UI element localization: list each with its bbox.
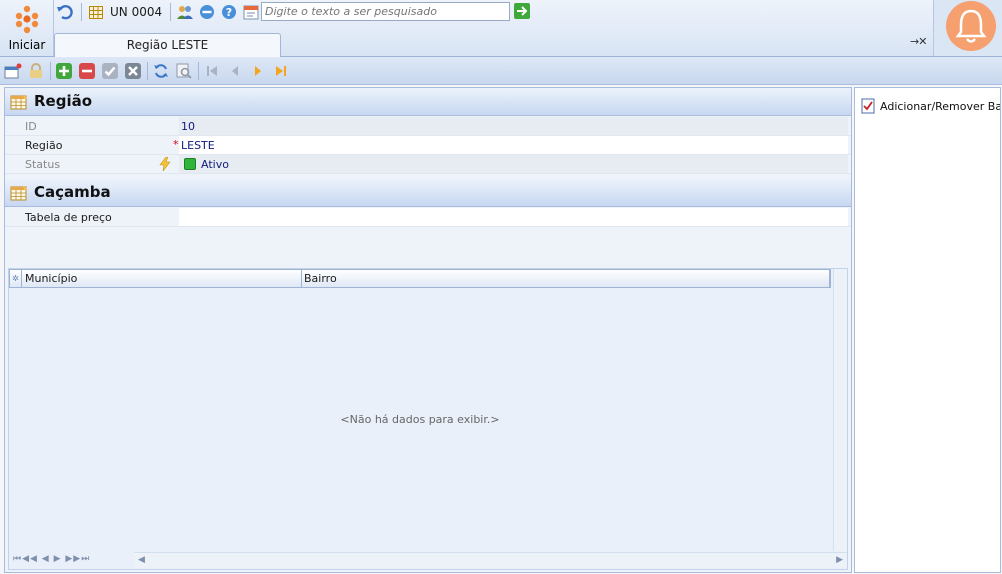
horizontal-scrollbar[interactable]: ◀ ▶ xyxy=(134,552,847,568)
notification-badge xyxy=(946,1,996,51)
bell-icon xyxy=(955,9,987,43)
table-edit-icon xyxy=(10,94,27,110)
regiao-field[interactable]: LESTE xyxy=(179,136,848,154)
start-button[interactable]: Iniciar xyxy=(0,0,54,56)
cancel-icon[interactable] xyxy=(124,62,142,80)
field-row-status: Status Ativo xyxy=(5,155,851,174)
grid-header: ✲ Município Bairro xyxy=(9,269,831,288)
separator xyxy=(198,61,199,80)
field-label-tabela-preco: Tabela de preço xyxy=(25,211,112,224)
scroll-left-icon[interactable]: ◀ xyxy=(138,555,145,565)
empty-grid-message: <Não há dados para exibir.> xyxy=(340,413,500,426)
field-row-id: ID 10 xyxy=(5,117,851,136)
users-icon[interactable] xyxy=(175,2,195,22)
column-header-bairro[interactable]: Bairro xyxy=(302,270,830,287)
undo-icon[interactable] xyxy=(55,2,75,22)
field-label-status: Status xyxy=(25,158,61,171)
start-label: Iniciar xyxy=(8,38,46,52)
field-row-regiao: Região * LESTE xyxy=(5,136,851,155)
quick-access-bar: UN 0004 ? xyxy=(55,2,263,22)
section-header-cacamba[interactable]: Caçamba xyxy=(5,179,851,207)
lock-icon[interactable] xyxy=(27,62,45,80)
column-header-municipio[interactable]: Município xyxy=(23,270,302,287)
table-edit-icon xyxy=(10,185,27,201)
grid-pager[interactable]: ⏮◀◀ ◀ ▶ ▶▶⏭ xyxy=(13,554,90,564)
top-bar: Iniciar UN 0004 ? Região LESTE →✕ xyxy=(0,0,1002,57)
remove-record-icon[interactable] xyxy=(78,62,96,80)
unit-label[interactable]: UN 0004 xyxy=(110,5,162,19)
add-remove-label: Adicionar/Remover Ba... xyxy=(880,99,1000,113)
field-label-id: ID xyxy=(25,120,37,133)
record-form: Região ID 10 Região * LESTE Status Ativo… xyxy=(4,87,852,573)
section-header-regiao[interactable]: Região xyxy=(5,88,851,116)
field-row-tabela-preco: Tabela de preço xyxy=(5,208,851,227)
section-title: Região xyxy=(34,92,93,110)
separator xyxy=(81,3,82,21)
checklist-icon xyxy=(861,98,875,114)
add-record-icon[interactable] xyxy=(55,62,73,80)
tab-regiao-leste[interactable]: Região LESTE xyxy=(54,33,281,57)
lightning-icon[interactable] xyxy=(159,157,171,171)
record-toolbar xyxy=(0,57,1002,85)
first-record-icon[interactable] xyxy=(203,62,221,80)
next-record-icon[interactable] xyxy=(249,62,267,80)
confirm-icon[interactable] xyxy=(101,62,119,80)
vertical-scrollbar[interactable] xyxy=(833,269,847,551)
status-field[interactable]: Ativo xyxy=(179,155,848,173)
status-active-indicator xyxy=(184,158,196,170)
section-title: Caçamba xyxy=(34,183,111,201)
field-label-regiao: Região xyxy=(25,139,63,152)
required-mark: * xyxy=(173,138,179,151)
new-window-icon[interactable] xyxy=(4,62,22,80)
row-marker-icon[interactable]: ✲ xyxy=(10,270,22,287)
refresh-icon[interactable] xyxy=(152,62,170,80)
tabela-preco-field[interactable] xyxy=(179,208,848,226)
unit-grid-icon[interactable] xyxy=(86,2,106,22)
close-tab-icon[interactable]: →✕ xyxy=(910,35,927,48)
side-panel: Adicionar/Remover Ba... xyxy=(854,87,1001,573)
help-icon[interactable]: ? xyxy=(219,2,239,22)
svg-text:?: ? xyxy=(226,6,232,19)
last-record-icon[interactable] xyxy=(272,62,290,80)
field-value-id: 10 xyxy=(179,117,848,135)
separator xyxy=(147,61,148,80)
start-logo-icon xyxy=(15,5,39,34)
separator xyxy=(50,61,51,80)
add-remove-action[interactable]: Adicionar/Remover Ba... xyxy=(860,98,1000,114)
data-grid: ✲ Município Bairro <Não há dados para ex… xyxy=(8,268,848,570)
notifications-button[interactable] xyxy=(933,0,1002,56)
minus-circle-icon[interactable] xyxy=(197,2,217,22)
search-go-icon[interactable] xyxy=(514,3,530,19)
separator xyxy=(170,3,172,21)
scroll-right-icon[interactable]: ▶ xyxy=(836,555,843,565)
previous-record-icon[interactable] xyxy=(226,62,244,80)
search-input[interactable] xyxy=(261,2,510,21)
calendar-icon[interactable] xyxy=(241,2,261,22)
preview-icon[interactable] xyxy=(175,62,193,80)
